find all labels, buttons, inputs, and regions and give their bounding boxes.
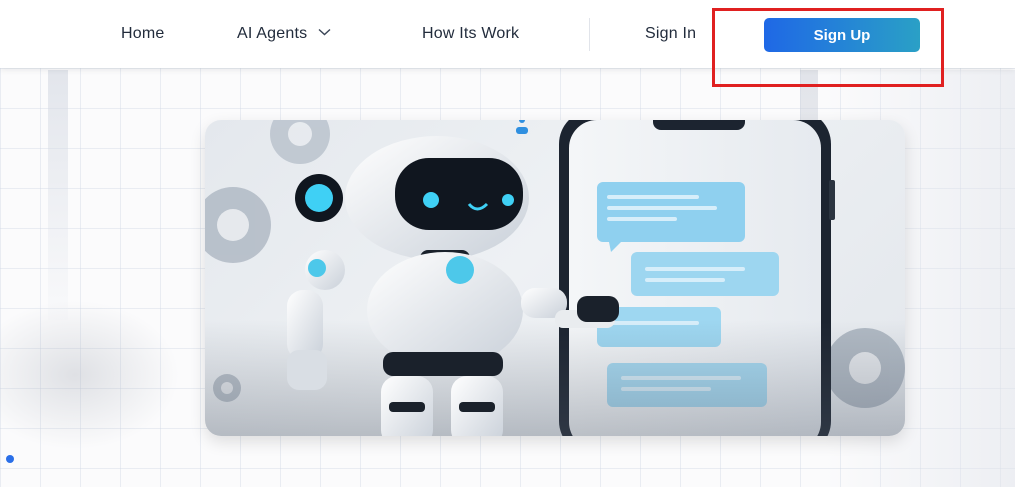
hero-image <box>205 120 905 436</box>
carousel-dot[interactable] <box>6 455 14 463</box>
landing-page: Home AI Agents How Its Work Sign In Sign… <box>0 0 1015 487</box>
chevron-down-icon <box>318 28 331 36</box>
background-shape <box>48 70 68 320</box>
robot-chat-illustration <box>205 120 905 436</box>
nav-how-it-works-link[interactable]: How Its Work <box>422 25 519 43</box>
gear-icon <box>205 187 271 263</box>
nav-home-link[interactable]: Home <box>121 25 164 43</box>
sign-in-link[interactable]: Sign In <box>645 25 707 43</box>
highlight-annotation-box <box>712 8 944 87</box>
nav-ai-agents-dropdown[interactable]: AI Agents <box>237 25 331 43</box>
nav-ai-agents-label: AI Agents <box>237 25 308 42</box>
gear-icon <box>270 120 330 164</box>
nav-divider <box>589 18 590 51</box>
